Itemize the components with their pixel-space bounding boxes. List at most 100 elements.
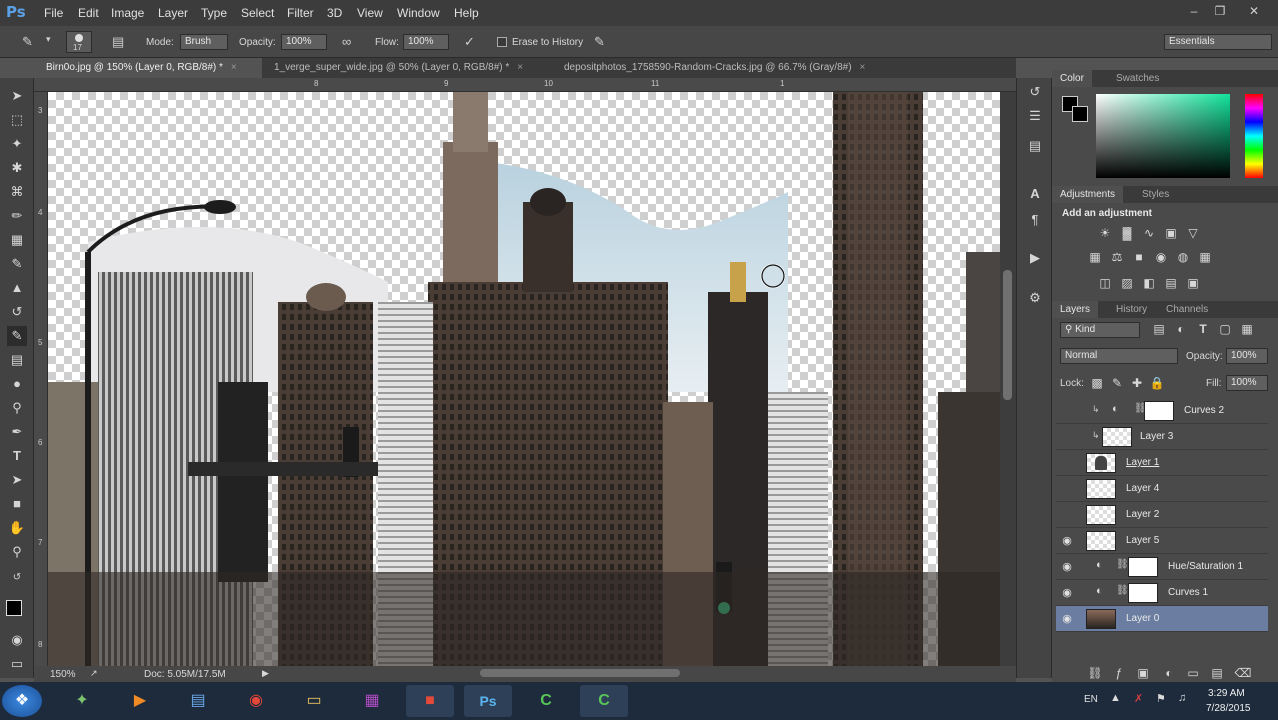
- threshold-icon[interactable]: ◧: [1140, 274, 1158, 292]
- menu-layer[interactable]: Layer: [158, 6, 188, 20]
- color-lookup-icon[interactable]: ▦: [1196, 248, 1214, 266]
- channel-mixer-icon[interactable]: ◍: [1174, 248, 1192, 266]
- curves-icon[interactable]: ∿: [1140, 224, 1158, 242]
- erase-history-checkbox[interactable]: [497, 37, 507, 47]
- foreground-color-swatch[interactable]: [6, 600, 22, 616]
- visibility-toggle[interactable]: [1060, 430, 1074, 444]
- eye-icon[interactable]: ◉: [1060, 534, 1074, 548]
- dodge-tool-icon[interactable]: ⚲: [7, 398, 27, 418]
- pen-tool-icon[interactable]: ✒: [7, 422, 27, 442]
- menu-view[interactable]: View: [357, 6, 383, 20]
- pixel-filter-icon[interactable]: ▤: [1150, 320, 1168, 338]
- shape-tool-icon[interactable]: ■: [7, 494, 27, 514]
- black-white-icon[interactable]: ■: [1130, 248, 1148, 266]
- zoom-tool-icon[interactable]: ⚲: [7, 542, 27, 562]
- minimize-icon[interactable]: –: [1184, 4, 1204, 20]
- swap-colors-icon[interactable]: ↺: [7, 568, 27, 588]
- shape-filter-icon[interactable]: ▢: [1216, 320, 1234, 338]
- menu-filter[interactable]: Filter: [287, 6, 314, 20]
- zoom-level[interactable]: 150%: [50, 669, 76, 680]
- layer-row[interactable]: Layer 2: [1056, 502, 1268, 528]
- healing-brush-icon[interactable]: ▦: [7, 230, 27, 250]
- actions-panel-icon[interactable]: ▶: [1025, 248, 1045, 268]
- new-adjustment-icon[interactable]: ◐: [1160, 664, 1178, 682]
- tab-swatches[interactable]: Swatches: [1108, 70, 1167, 87]
- paragraph-panel-icon[interactable]: ¶: [1025, 210, 1045, 230]
- menu-edit[interactable]: Edit: [78, 6, 99, 20]
- type-tool-icon[interactable]: T: [7, 446, 27, 466]
- explorer-icon[interactable]: ▭: [290, 685, 338, 717]
- levels-icon[interactable]: ▓: [1118, 224, 1136, 242]
- pressure-opacity-icon[interactable]: ∞: [342, 34, 351, 49]
- new-group-icon[interactable]: ▭: [1184, 664, 1202, 682]
- close-icon[interactable]: ✕: [1244, 4, 1264, 20]
- tab-verge[interactable]: 1_verge_super_wide.jpg @ 50% (Layer 0, R…: [262, 58, 552, 78]
- quick-mask-icon[interactable]: ◉: [7, 630, 27, 650]
- menu-file[interactable]: File: [44, 6, 63, 20]
- blend-mode-dropdown[interactable]: Normal: [1060, 348, 1178, 364]
- layer-row[interactable]: ◉ ◐ ⛓ Curves 1: [1056, 580, 1268, 606]
- menu-select[interactable]: Select: [241, 6, 274, 20]
- word-icon[interactable]: ▤: [174, 685, 222, 717]
- layer-opacity-field[interactable]: 100%: [1226, 348, 1268, 364]
- move-tool-icon[interactable]: ➤: [7, 86, 27, 106]
- eraser-tool-icon[interactable]: ✎: [7, 326, 27, 346]
- brush-tool-icon[interactable]: ✎: [7, 254, 27, 274]
- eye-icon[interactable]: ◉: [1060, 586, 1074, 600]
- export-icon[interactable]: ↗: [90, 668, 98, 679]
- visibility-toggle[interactable]: [1060, 404, 1074, 418]
- visibility-toggle[interactable]: [1060, 508, 1074, 522]
- hand-tool-icon[interactable]: ✋: [7, 518, 27, 538]
- opacity-field[interactable]: 100%: [281, 34, 327, 50]
- tab-close-icon[interactable]: ×: [860, 62, 866, 73]
- menu-3d[interactable]: 3D: [327, 6, 342, 20]
- record-icon[interactable]: ■: [406, 685, 454, 717]
- invert-icon[interactable]: ◫: [1096, 274, 1114, 292]
- mode-dropdown[interactable]: Brush: [180, 34, 228, 50]
- layer-row[interactable]: ↳ ◐ ⛓ Curves 2: [1056, 398, 1268, 424]
- color-balance-icon[interactable]: ⚖: [1108, 248, 1126, 266]
- eyedropper-icon[interactable]: ✏: [7, 206, 27, 226]
- hue-saturation-icon[interactable]: ▦: [1086, 248, 1104, 266]
- selective-color-icon[interactable]: ▣: [1184, 274, 1202, 292]
- posterize-icon[interactable]: ▨: [1118, 274, 1136, 292]
- fill-field[interactable]: 100%: [1226, 375, 1268, 391]
- vibrance-icon[interactable]: ▽: [1184, 224, 1202, 242]
- clock-time[interactable]: 3:29 AM: [1208, 688, 1245, 699]
- hue-slider[interactable]: [1245, 94, 1263, 178]
- brightness-icon[interactable]: ☀: [1096, 224, 1114, 242]
- type-filter-icon[interactable]: T: [1194, 320, 1212, 338]
- photo-filter-icon[interactable]: ◉: [1152, 248, 1170, 266]
- pressure-size-icon[interactable]: ✎: [594, 34, 605, 50]
- lock-pixels-icon[interactable]: ✎: [1108, 374, 1126, 392]
- tab-close-icon[interactable]: ×: [231, 62, 237, 73]
- tab-channels[interactable]: Channels: [1158, 301, 1216, 318]
- menu-image[interactable]: Image: [111, 6, 144, 20]
- lasso-tool-icon[interactable]: ✦: [7, 134, 27, 154]
- chevron-down-icon[interactable]: ▾: [46, 34, 51, 45]
- tab-adjustments[interactable]: Adjustments: [1052, 186, 1124, 203]
- background-color-chip[interactable]: [1072, 106, 1088, 122]
- photoshop-taskbar-icon[interactable]: Ps: [464, 685, 512, 717]
- character-panel-icon[interactable]: A: [1025, 184, 1045, 204]
- layer-row[interactable]: ◉ Layer 5: [1056, 528, 1268, 554]
- fx-icon[interactable]: ƒ: [1110, 664, 1128, 682]
- layer-row[interactable]: Layer 1: [1056, 450, 1268, 476]
- visibility-toggle[interactable]: [1060, 482, 1074, 496]
- exposure-icon[interactable]: ▣: [1162, 224, 1180, 242]
- visibility-toggle[interactable]: [1060, 456, 1074, 470]
- camtasia-recorder-icon[interactable]: C: [580, 685, 628, 717]
- layer-comps-icon[interactable]: ▤: [1025, 136, 1045, 156]
- tab-cracks[interactable]: depositphotos_1758590-Random-Cracks.jpg …: [552, 58, 922, 78]
- menu-type[interactable]: Type: [201, 6, 227, 20]
- app-icon[interactable]: ✦: [58, 685, 106, 717]
- tab-close-icon[interactable]: ×: [517, 62, 523, 73]
- layer-row[interactable]: Layer 4: [1056, 476, 1268, 502]
- vertical-scroll-thumb[interactable]: [1003, 270, 1012, 400]
- lock-position-icon[interactable]: ✚: [1128, 374, 1146, 392]
- lock-transparency-icon[interactable]: ▩: [1088, 374, 1106, 392]
- tab-styles[interactable]: Styles: [1134, 186, 1177, 203]
- eye-icon[interactable]: ◉: [1060, 560, 1074, 574]
- tool-presets-icon[interactable]: ⚙: [1025, 288, 1045, 308]
- link-layers-icon[interactable]: ⛓: [1086, 664, 1104, 682]
